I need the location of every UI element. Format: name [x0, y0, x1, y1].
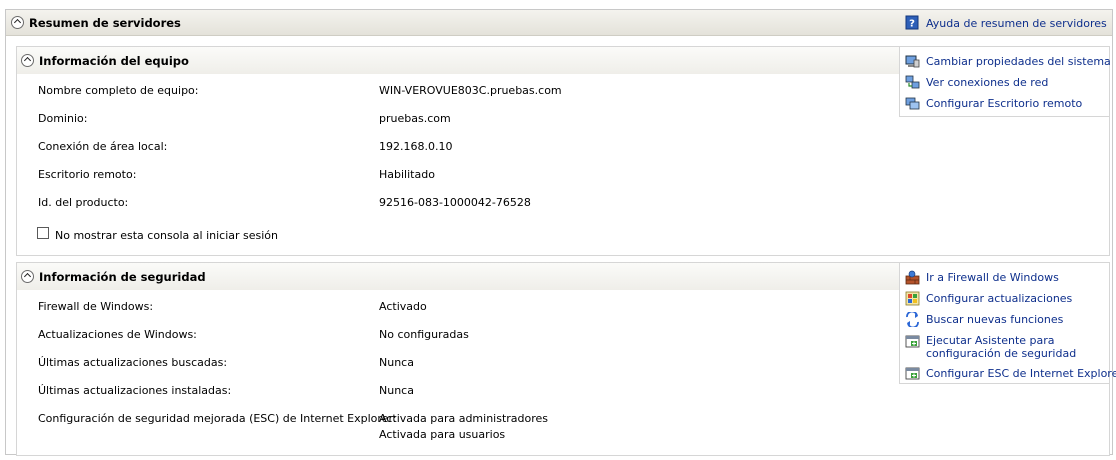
last-updates-installed-value: Nunca [379, 384, 414, 397]
run-security-wizard-link-line2[interactable]: configuración de seguridad [926, 347, 1076, 360]
view-network-connections-link[interactable]: Ver conexiones de red [926, 76, 1048, 89]
security-info-tasks: Ir a Firewall de Windows Configurar actu… [899, 263, 1116, 384]
computer-info-section: Información del equipo Nombre completo d… [16, 46, 1111, 256]
full-computer-name-value: WIN-VEROVUE803C.pruebas.com [379, 84, 562, 97]
security-wizard-icon [905, 335, 920, 348]
configure-updates-link[interactable]: Configurar actualizaciones [926, 292, 1072, 305]
configure-remote-desktop-link[interactable]: Configurar Escritorio remoto [926, 97, 1082, 110]
product-id-value: 92516-083-1000042-76528 [379, 196, 531, 209]
windows-updates-label: Actualizaciones de Windows: [38, 328, 197, 341]
local-area-connection-value[interactable]: 192.168.0.10 [379, 140, 452, 153]
ie-esc-icon [905, 367, 920, 380]
collapse-server-summary-icon[interactable] [11, 16, 24, 29]
product-id-label: Id. del producto: [38, 196, 129, 209]
computer-info-tasks: Cambiar propiedades del sistema Ver cone… [899, 47, 1111, 117]
change-system-properties-link[interactable]: Cambiar propiedades del sistema [926, 55, 1111, 68]
firewall-icon [905, 270, 920, 285]
domain-value: pruebas.com [379, 112, 451, 125]
security-info-title: Información de seguridad [39, 270, 206, 284]
remote-desktop-label: Escritorio remoto: [38, 168, 137, 181]
configure-ie-esc-link[interactable]: Configurar ESC de Internet Explorer [926, 367, 1116, 380]
computer-info-title: Información del equipo [39, 54, 189, 68]
last-updates-checked-label: Últimas actualizaciones buscadas: [38, 356, 228, 369]
windows-updates-value[interactable]: No configuradas [379, 328, 469, 341]
ie-esc-label: Configuración de seguridad mejorada (ESC… [38, 412, 397, 425]
dont-show-console-checkbox[interactable] [37, 227, 49, 239]
collapse-security-info-icon[interactable] [21, 270, 34, 283]
server-summary-header: Resumen de servidores ? Ayuda de resumen… [6, 10, 1112, 36]
full-computer-name-label: Nombre completo de equipo: [38, 84, 199, 97]
last-updates-checked-value: Nunca [379, 356, 414, 369]
svg-text:?: ? [909, 19, 915, 30]
run-security-wizard-link[interactable]: Ejecutar Asistente para [926, 334, 1055, 347]
windows-update-icon [905, 291, 920, 306]
help-server-summary-link[interactable]: Ayuda de resumen de servidores [926, 17, 1107, 30]
ie-esc-users-value[interactable]: Activada para usuarios [379, 428, 505, 441]
remote-desktop-icon [905, 97, 920, 110]
go-to-windows-firewall-link[interactable]: Ir a Firewall de Windows [926, 271, 1059, 284]
system-properties-icon [905, 55, 920, 68]
dont-show-console-label[interactable]: No mostrar esta consola al iniciar sesió… [55, 229, 278, 242]
find-new-features-link[interactable]: Buscar nuevas funciones [926, 313, 1063, 326]
help-icon: ? [905, 15, 919, 30]
search-features-icon [906, 312, 919, 327]
local-area-connection-label: Conexión de área local: [38, 140, 168, 153]
collapse-computer-info-icon[interactable] [21, 54, 34, 67]
ie-esc-admins-value[interactable]: Activada para administradores [379, 412, 548, 425]
last-updates-installed-label: Últimas actualizaciones instaladas: [38, 384, 232, 397]
domain-label: Dominio: [38, 112, 88, 125]
server-summary-panel: Resumen de servidores ? Ayuda de resumen… [5, 9, 1116, 456]
windows-firewall-label: Firewall de Windows: [38, 300, 154, 313]
server-summary-title: Resumen de servidores [29, 16, 181, 30]
windows-firewall-value[interactable]: Activado [379, 300, 427, 313]
security-info-section: Información de seguridad Firewall de Win… [16, 262, 1116, 456]
remote-desktop-value: Habilitado [379, 168, 435, 181]
network-connections-icon [905, 75, 920, 89]
